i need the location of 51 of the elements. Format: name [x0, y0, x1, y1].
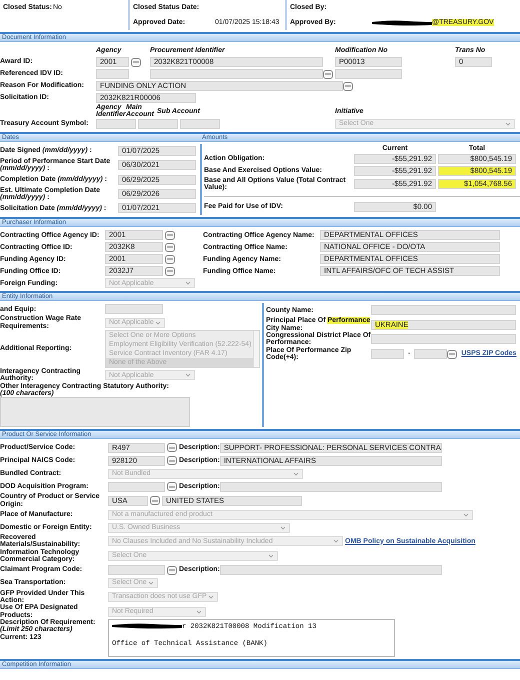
input-field[interactable]	[105, 304, 163, 314]
chevron-icon	[148, 581, 154, 585]
lookup-button[interactable]	[447, 350, 458, 359]
lookup-button[interactable]	[165, 242, 175, 252]
lookup-button[interactable]	[165, 254, 175, 264]
chevron-icon	[155, 320, 161, 325]
ellipsis-icon	[169, 460, 175, 462]
lookup-button[interactable]	[167, 456, 177, 466]
input-field[interactable]	[108, 565, 165, 575]
text-area[interactable]	[0, 397, 190, 428]
lookup-button[interactable]	[167, 443, 177, 452]
input-field[interactable]	[371, 334, 516, 344]
chevron-icon	[333, 539, 339, 544]
input-field[interactable]	[371, 305, 516, 316]
input-field[interactable]	[108, 482, 165, 492]
ellipsis-icon	[152, 500, 158, 502]
ellipsis-icon	[167, 258, 173, 260]
input-field[interactable]	[220, 482, 442, 492]
chevron-icon	[196, 610, 202, 614]
lookup-button[interactable]	[167, 566, 177, 574]
chevron-icon	[280, 526, 286, 530]
input-field[interactable]	[150, 69, 323, 79]
chevron-icon	[208, 594, 214, 599]
input-field[interactable]	[96, 69, 129, 79]
chevron-icon	[505, 122, 511, 126]
lookup-button[interactable]	[323, 70, 333, 78]
chevron-icon	[185, 373, 191, 378]
lookup-button[interactable]	[150, 496, 160, 506]
ellipsis-icon	[167, 234, 173, 236]
lookup-button[interactable]	[167, 482, 177, 492]
lookup-button[interactable]	[131, 58, 141, 66]
chevron-icon	[463, 512, 469, 517]
ellipsis-icon	[449, 353, 456, 356]
ellipsis-icon	[169, 446, 175, 449]
ellipsis-icon	[167, 270, 173, 272]
lookup-button[interactable]	[165, 230, 175, 240]
lookup-button[interactable]	[165, 266, 175, 276]
input-field[interactable]	[138, 119, 178, 129]
chevron-icon	[185, 281, 191, 286]
chevron-icon	[293, 472, 299, 476]
input-field[interactable]	[371, 349, 404, 360]
lookup-button[interactable]	[343, 82, 353, 90]
ellipsis-icon	[169, 486, 175, 488]
input-field[interactable]	[220, 565, 442, 575]
ellipsis-icon	[167, 246, 173, 248]
input-field[interactable]	[180, 119, 220, 129]
chevron-icon	[268, 554, 274, 558]
input-field[interactable]	[335, 69, 402, 79]
input-field[interactable]	[96, 119, 136, 129]
scrollbar[interactable]	[253, 331, 259, 368]
input-field[interactable]	[414, 349, 448, 360]
